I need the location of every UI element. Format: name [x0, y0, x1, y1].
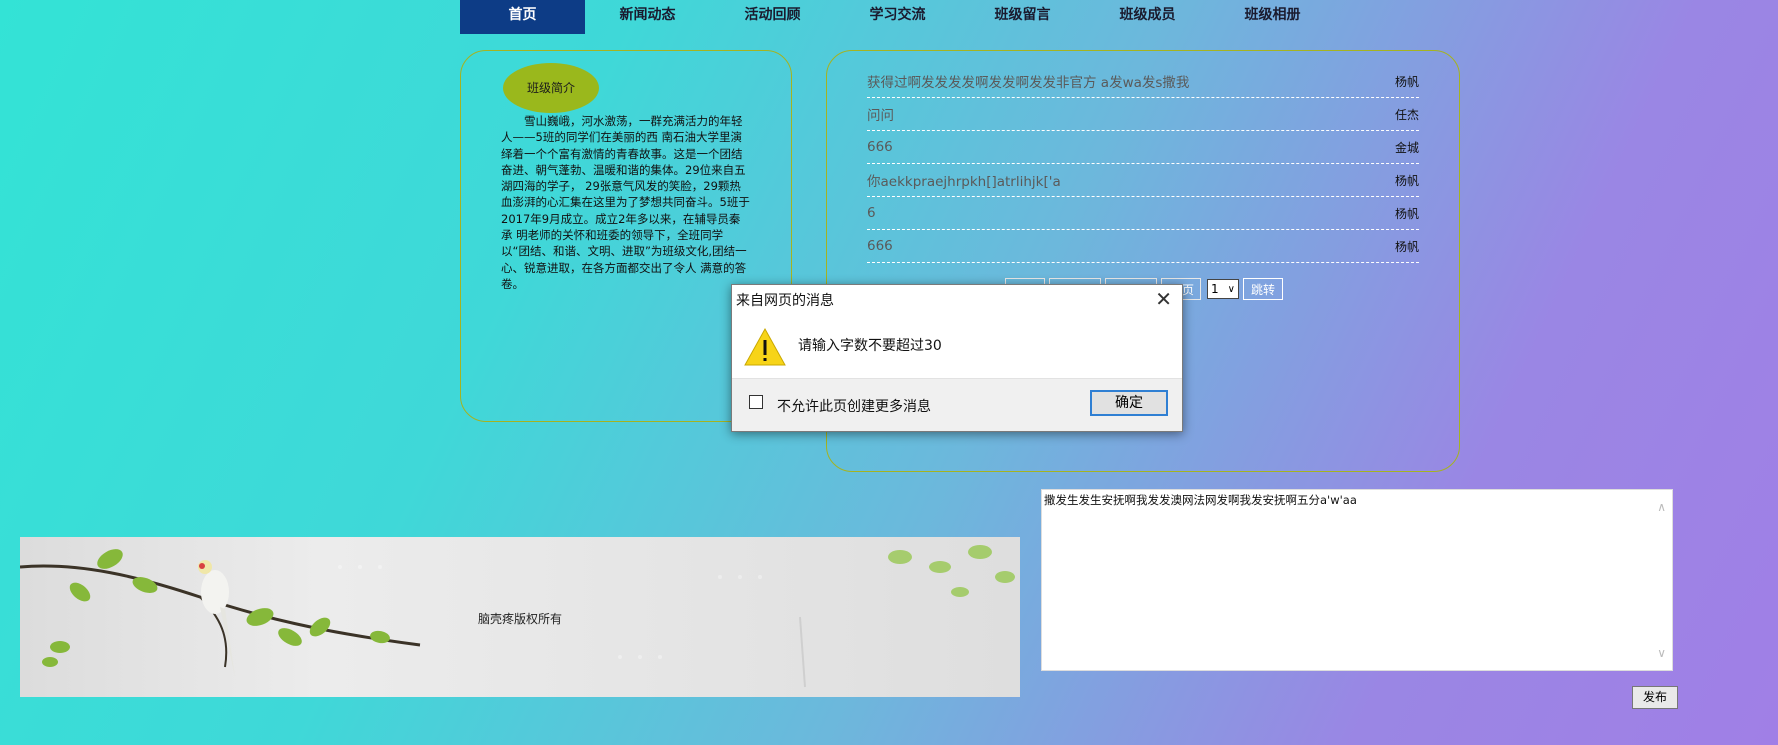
- message-row[interactable]: 你aekkpraejhrpkh[]atrlihjk['a 杨帆: [867, 164, 1419, 197]
- footer-banner: 脑壳疼版权所有: [20, 537, 1020, 697]
- suppress-checkbox[interactable]: [749, 395, 763, 409]
- dialog-message: 请输入字数不要超过30: [798, 338, 942, 354]
- message-text: 6: [867, 205, 876, 221]
- message-list: 获得过啊发发发发啊发发啊发发非官方 a发wa发s撒我 杨帆 问问 任杰 666 …: [867, 65, 1419, 263]
- ok-button[interactable]: 确定: [1090, 390, 1168, 416]
- message-text: 你aekkpraejhrpkh[]atrlihjk['a: [867, 174, 1061, 190]
- class-intro-badge: 班级简介: [503, 63, 599, 113]
- warning-icon: [744, 327, 786, 366]
- chevron-down-icon: ∨: [1227, 283, 1235, 295]
- message-author: 杨帆: [1394, 74, 1419, 89]
- dialog-title: 来自网页的消息: [736, 293, 834, 309]
- nav-item-study[interactable]: 学习交流: [835, 0, 960, 34]
- message-author: 杨帆: [1394, 239, 1419, 254]
- message-text: 666: [867, 238, 893, 254]
- message-row[interactable]: 6 杨帆: [867, 197, 1419, 230]
- message-text: 666: [867, 139, 893, 155]
- message-text: 获得过啊发发发发啊发发啊发发非官方 a发wa发s撒我: [867, 75, 1190, 91]
- publish-button[interactable]: 发布: [1632, 686, 1678, 709]
- page-select[interactable]: 1 ∨: [1207, 279, 1239, 299]
- top-nav: 首页 新闻动态 活动回顾 学习交流 班级留言 班级成员 班级相册: [460, 0, 1335, 34]
- page-select-value: 1: [1211, 282, 1219, 296]
- alert-dialog: 来自网页的消息 ✕ 请输入字数不要超过30 不允许此页创建更多消息 确定: [731, 284, 1183, 432]
- dialog-footer: 不允许此页创建更多消息 确定: [732, 378, 1182, 431]
- nav-item-album[interactable]: 班级相册: [1210, 0, 1335, 34]
- nav-item-activities[interactable]: 活动回顾: [710, 0, 835, 34]
- message-text: 问问: [867, 108, 894, 124]
- message-row[interactable]: 问问 任杰: [867, 98, 1419, 131]
- close-icon[interactable]: ✕: [1155, 287, 1172, 311]
- scroll-up-icon[interactable]: ∧: [1657, 500, 1666, 514]
- reply-text: 撒发生发生安抚啊我发发澳网法网发啊我发安抚啊五分a'w'aa: [1044, 493, 1357, 507]
- nav-item-news[interactable]: 新闻动态: [585, 0, 710, 34]
- message-author: 金城: [1394, 140, 1419, 155]
- scroll-down-icon[interactable]: ∨: [1657, 646, 1666, 660]
- message-row[interactable]: 获得过啊发发发发啊发发啊发发非官方 a发wa发s撒我 杨帆: [867, 65, 1419, 98]
- pager-jump-button[interactable]: 跳转: [1243, 278, 1283, 300]
- reply-textarea[interactable]: 撒发生发生安抚啊我发发澳网法网发啊我发安抚啊五分a'w'aa ∧ ∨: [1041, 489, 1673, 671]
- copyright-text: 脑壳疼版权所有: [478, 612, 563, 626]
- message-row[interactable]: 666 金城: [867, 131, 1419, 164]
- message-author: 杨帆: [1394, 206, 1419, 221]
- nav-item-home[interactable]: 首页: [460, 0, 585, 34]
- pager-last-label: 页: [1181, 283, 1194, 297]
- class-intro-text: 雪山巍峨，河水激荡，一群充满活力的年轻人——5班的同学们在美丽的西 南石油大学里…: [501, 114, 750, 291]
- suppress-checkbox-label[interactable]: 不允许此页创建更多消息: [777, 396, 931, 416]
- nav-item-messages[interactable]: 班级留言: [960, 0, 1085, 34]
- message-author: 任杰: [1394, 107, 1419, 122]
- message-author: 杨帆: [1394, 173, 1419, 188]
- message-row[interactable]: 666 杨帆: [867, 230, 1419, 263]
- nav-item-members[interactable]: 班级成员: [1085, 0, 1210, 34]
